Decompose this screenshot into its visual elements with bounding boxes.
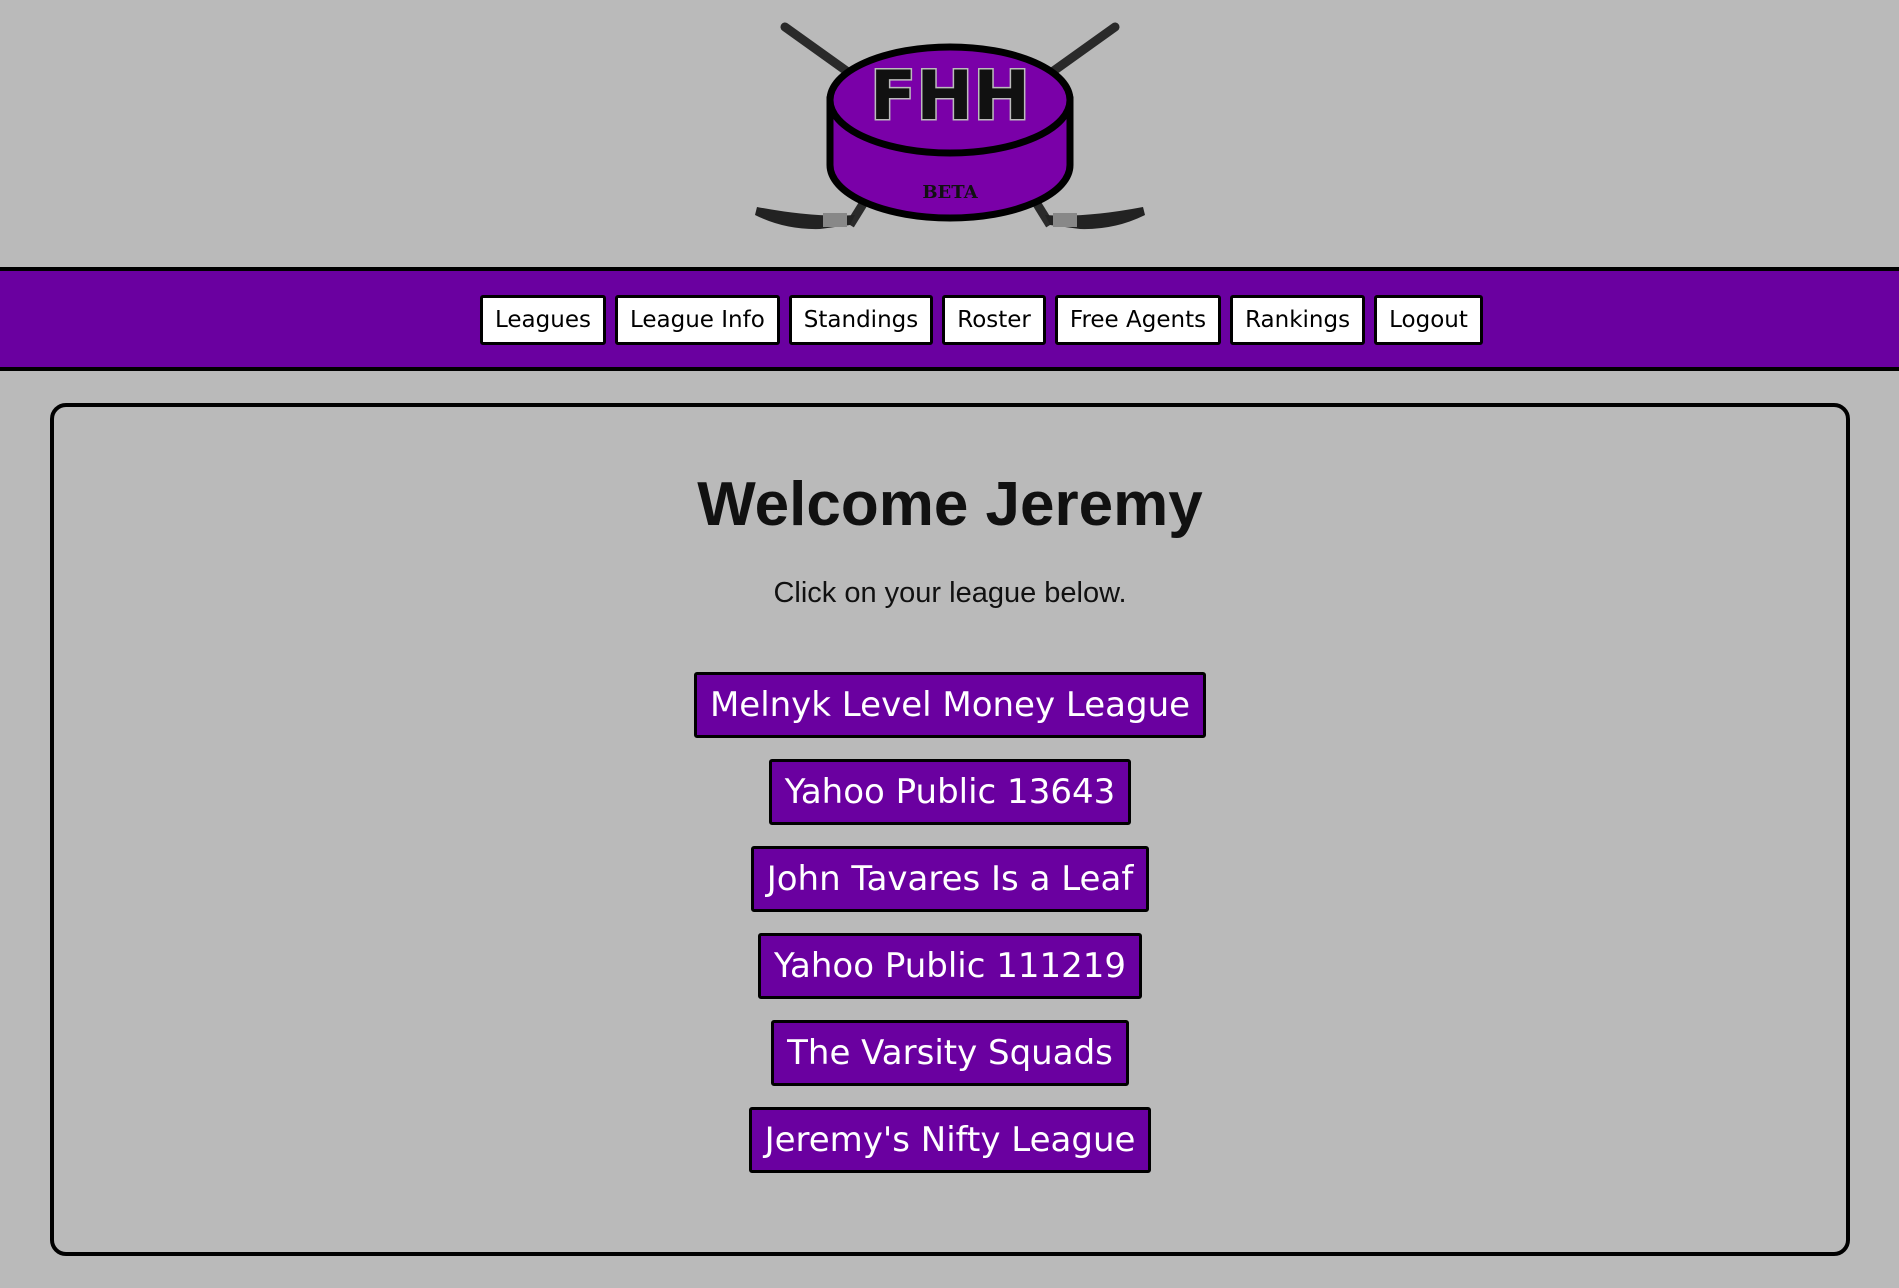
nav-rankings-button[interactable]: Rankings	[1230, 295, 1366, 345]
nav-league-info-button[interactable]: League Info	[614, 295, 780, 345]
league-button[interactable]: Yahoo Public 13643	[768, 759, 1132, 825]
league-button[interactable]: Yahoo Public 111219	[757, 933, 1143, 999]
nav-logout-button[interactable]: Logout	[1374, 295, 1483, 345]
main-navbar: Leagues League Info Standings Roster Fre…	[0, 267, 1899, 371]
logo-beta-tag: BETA	[922, 182, 978, 203]
nav-roster-button[interactable]: Roster	[942, 295, 1046, 345]
nav-items: Leagues League Info Standings Roster Fre…	[480, 295, 1483, 345]
nav-leagues-button[interactable]: Leagues	[480, 295, 606, 345]
site-header: FHH BETA	[0, 0, 1899, 266]
league-button[interactable]: The Varsity Squads	[771, 1020, 1129, 1086]
league-list: Melnyk Level Money League Yahoo Public 1…	[54, 672, 1846, 1173]
fhh-logo[interactable]: FHH BETA	[745, 15, 1155, 245]
page-title: Welcome Jeremy	[697, 470, 1203, 539]
instruction-text: Click on your league below.	[773, 577, 1127, 609]
logo-initials: FHH	[870, 57, 1030, 136]
league-button[interactable]: Melnyk Level Money League	[693, 672, 1207, 738]
league-button[interactable]: John Tavares Is a Leaf	[750, 846, 1150, 912]
nav-free-agents-button[interactable]: Free Agents	[1054, 295, 1222, 345]
nav-standings-button[interactable]: Standings	[788, 295, 934, 345]
league-selection-panel: Welcome Jeremy Click on your league belo…	[50, 403, 1850, 1256]
league-button[interactable]: Jeremy's Nifty League	[748, 1107, 1152, 1173]
